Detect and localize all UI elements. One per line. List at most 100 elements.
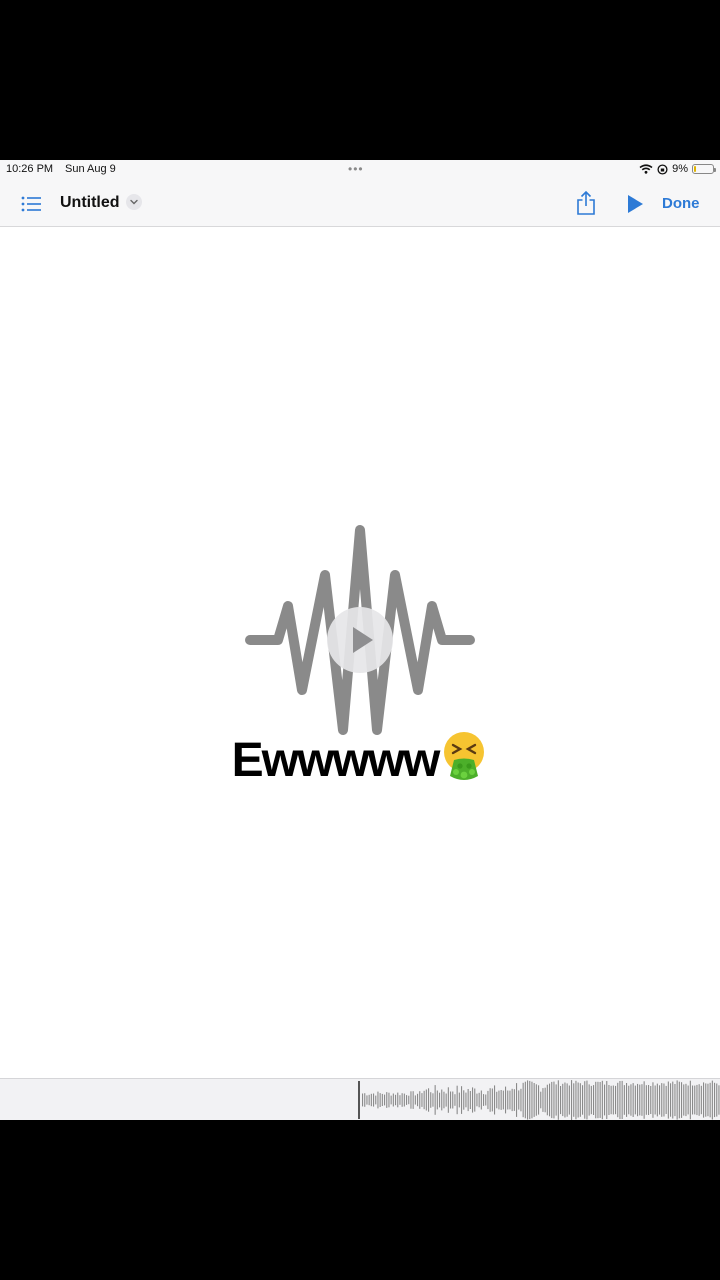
chevron-down-icon xyxy=(130,199,138,205)
waveform-bar xyxy=(687,1085,689,1115)
playhead-marker[interactable] xyxy=(358,1081,360,1119)
waveform-bar xyxy=(606,1081,608,1119)
waveform-bar xyxy=(573,1083,575,1117)
waveform-bar xyxy=(716,1083,718,1117)
waveform-bar xyxy=(434,1085,436,1115)
waveform-bar xyxy=(590,1085,592,1115)
waveform-bar xyxy=(489,1088,491,1112)
play-icon[interactable] xyxy=(626,194,644,214)
waveform-bar xyxy=(551,1081,553,1119)
waveform-bar xyxy=(718,1085,720,1115)
waveform-bar xyxy=(612,1085,614,1115)
waveform-bar xyxy=(650,1086,652,1114)
waveform-bar xyxy=(604,1084,606,1116)
waveform-bars xyxy=(358,1080,720,1120)
audio-waveform-scrubber[interactable] xyxy=(0,1078,720,1120)
waveform-bar xyxy=(619,1081,621,1119)
waveform-bar xyxy=(483,1094,485,1106)
waveform-bar xyxy=(595,1081,597,1119)
nauseated-vomit-emoji xyxy=(444,732,485,780)
waveform-bar xyxy=(575,1080,577,1120)
waveform-bar xyxy=(381,1093,383,1106)
waveform-bar xyxy=(441,1089,443,1111)
multitask-dots[interactable]: ••• xyxy=(348,162,364,176)
waveform-bar xyxy=(496,1091,498,1109)
waveform-bar xyxy=(705,1083,707,1117)
waveform-bar xyxy=(507,1090,509,1110)
waveform-bar xyxy=(469,1091,471,1109)
waveform-bar xyxy=(485,1094,487,1106)
done-button[interactable]: Done xyxy=(662,195,700,212)
waveform-bar xyxy=(597,1081,599,1119)
waveform-bar xyxy=(588,1084,590,1116)
waveform-bar xyxy=(403,1093,405,1107)
waveform-bar xyxy=(491,1088,493,1112)
waveform-bar xyxy=(421,1093,423,1107)
waveform-bar xyxy=(447,1087,449,1113)
waveform-bar xyxy=(672,1081,674,1119)
waveform-bar xyxy=(516,1083,518,1117)
toolbar: Untitled Done xyxy=(0,182,720,227)
waveform-bar xyxy=(461,1086,463,1114)
list-icon[interactable] xyxy=(20,194,42,214)
waveform-bar xyxy=(529,1080,531,1120)
waveform-bar xyxy=(395,1094,397,1106)
play-triangle-icon xyxy=(353,627,373,653)
battery-fill xyxy=(694,166,696,172)
waveform-bar xyxy=(703,1082,705,1118)
waveform-bar xyxy=(467,1089,469,1112)
waveform-bar xyxy=(412,1091,414,1109)
waveform-bar xyxy=(373,1093,375,1107)
waveform-bar xyxy=(368,1094,370,1106)
waveform-bar xyxy=(390,1095,392,1105)
waveform-bar xyxy=(465,1092,467,1108)
waveform-bar xyxy=(430,1092,432,1108)
waveform-bar xyxy=(654,1085,656,1115)
share-icon[interactable] xyxy=(575,190,597,216)
waveform-bar xyxy=(463,1090,465,1110)
waveform-bar xyxy=(689,1080,691,1120)
waveform-bar xyxy=(555,1084,557,1116)
waveform-bar xyxy=(656,1083,658,1117)
waveform-bar xyxy=(375,1095,377,1105)
waveform-bar xyxy=(610,1085,612,1115)
waveform-bar xyxy=(665,1085,667,1114)
waveform-bar xyxy=(540,1091,542,1109)
waveform-bar xyxy=(586,1080,588,1120)
waveform-bar xyxy=(386,1092,388,1108)
waveform-bar xyxy=(480,1090,482,1110)
waveform-bar xyxy=(436,1090,438,1110)
waveform-bar xyxy=(384,1094,386,1106)
waveform-bar xyxy=(502,1090,504,1110)
battery-percent: 9% xyxy=(672,163,688,175)
waveform-bar xyxy=(562,1083,564,1117)
waveform-bar xyxy=(546,1084,548,1116)
waveform-bar xyxy=(661,1083,663,1117)
orientation-lock-icon xyxy=(657,163,668,175)
waveform-bar xyxy=(370,1093,372,1107)
waveform-bar xyxy=(399,1095,401,1105)
waveform-bar xyxy=(709,1082,711,1118)
waveform-bar xyxy=(419,1091,421,1109)
waveform-bar xyxy=(584,1081,586,1119)
waveform-bar xyxy=(450,1091,452,1109)
waveform-bar xyxy=(417,1093,419,1107)
waveform-bar xyxy=(623,1085,625,1115)
waveform-bar xyxy=(445,1093,447,1107)
waveform-bar xyxy=(566,1083,568,1117)
waveform-bar xyxy=(601,1080,603,1120)
title-menu-button[interactable] xyxy=(126,194,142,210)
waveform-bar xyxy=(410,1091,412,1109)
waveform-bar xyxy=(500,1090,502,1110)
waveform-bar xyxy=(425,1089,427,1111)
waveform-bar xyxy=(408,1095,410,1105)
waveform-bar xyxy=(700,1085,702,1115)
document-title[interactable]: Untitled xyxy=(60,194,120,212)
waveform-bar xyxy=(637,1083,639,1117)
video-play-button[interactable] xyxy=(327,607,393,673)
waveform-bar xyxy=(476,1093,478,1107)
waveform-bar xyxy=(518,1090,520,1110)
waveform-bar xyxy=(615,1085,617,1115)
app-screen: 10:26 PM Sun Aug 9 ••• 9% Untitled Done … xyxy=(0,160,720,1120)
waveform-bar xyxy=(577,1082,579,1118)
